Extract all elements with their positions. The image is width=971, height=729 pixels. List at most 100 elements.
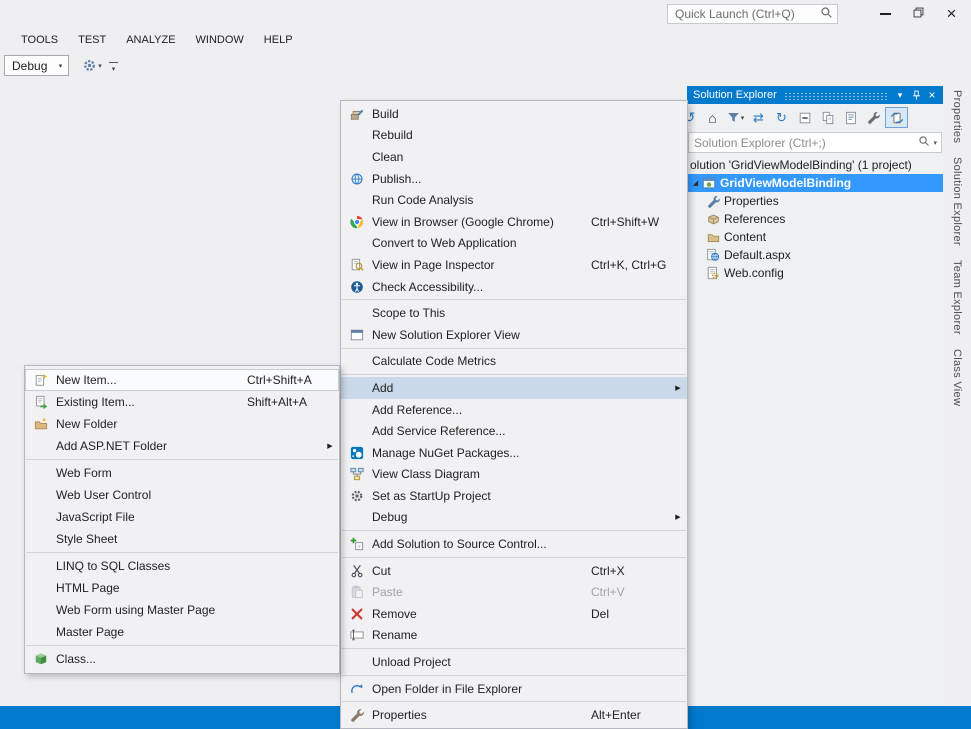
menu-item-view-in-browser-google-chrome[interactable]: View in Browser (Google Chrome)Ctrl+Shif… (341, 211, 687, 233)
menu-item-set-as-startup-project[interactable]: Set as StartUp Project (341, 485, 687, 507)
menu-item-html-page[interactable]: HTML Page (25, 577, 339, 599)
menu-item-build[interactable]: Build (341, 103, 687, 125)
debug-combo-label: Debug (12, 59, 47, 73)
menu-item-run-code-analysis[interactable]: Run Code Analysis (341, 189, 687, 211)
menu-item-label: View in Browser (Google Chrome) (372, 215, 591, 229)
menu-item-new-item[interactable]: New Item...Ctrl+Shift+A (25, 369, 339, 391)
minimize-icon (880, 13, 891, 15)
home-icon[interactable]: ⌂ (701, 107, 724, 128)
menu-item-open-folder-in-file-explorer[interactable]: Open Folder in File Explorer (341, 678, 687, 700)
side-tab-team-explorer[interactable]: Team Explorer (951, 260, 963, 335)
refresh-icon[interactable]: ↻ (770, 107, 793, 128)
menu-item-cut[interactable]: CutCtrl+X (341, 560, 687, 582)
menu-item-check-accessibility[interactable]: Check Accessibility... (341, 276, 687, 298)
menu-item-publish[interactable]: Publish... (341, 168, 687, 190)
minimize-button[interactable] (869, 1, 902, 26)
menu-item-label: Existing Item... (56, 395, 247, 409)
menu-item-web-user-control[interactable]: Web User Control (25, 484, 339, 506)
menu-item-manage-nuget-packages[interactable]: Manage NuGet Packages... (341, 442, 687, 464)
window-controls: × (869, 1, 968, 26)
properties-page-icon[interactable] (839, 107, 862, 128)
wrench-icon[interactable] (862, 107, 885, 128)
no-icon (32, 624, 49, 640)
search-icon (820, 6, 833, 22)
menu-item-scope-to-this[interactable]: Scope to This (341, 302, 687, 324)
menu-separator (342, 701, 686, 702)
tree-item-default-aspx[interactable]: Default.aspx (687, 246, 943, 264)
debug-configuration-combo[interactable]: Debug ▾ (4, 55, 69, 76)
preview-selected-icon[interactable] (885, 107, 908, 128)
menu-item-new-folder[interactable]: New Folder (25, 413, 339, 435)
menu-item-existing-item[interactable]: Existing Item...Shift+Alt+A (25, 391, 339, 413)
no-icon (348, 380, 365, 396)
tree-item-gridviewmodelbinding[interactable]: ◢ GridViewModelBinding (687, 174, 943, 192)
menu-item-label: View in Page Inspector (372, 258, 591, 272)
menubar-item-analyze[interactable]: ANALYZE (116, 29, 185, 51)
expander-icon[interactable]: ◢ (690, 179, 701, 187)
gear-icon[interactable]: ▾ (82, 55, 102, 77)
menu-item-view-class-diagram[interactable]: View Class Diagram (341, 464, 687, 486)
properties-node-icon (705, 193, 721, 209)
menu-item-add-reference[interactable]: Add Reference... (341, 399, 687, 421)
menubar-item-test[interactable]: TEST (68, 29, 116, 51)
menu-item-style-sheet[interactable]: Style Sheet (25, 528, 339, 550)
tree-item-olution-gridviewmodelbinding-1-project[interactable]: olution 'GridViewModelBinding' (1 projec… (687, 156, 943, 174)
pin-icon[interactable] (908, 87, 924, 103)
menu-item-linq-to-sql-classes[interactable]: LINQ to SQL Classes (25, 555, 339, 577)
switch-views-icon[interactable]: ▾ (724, 107, 747, 128)
menu-item-shortcut: Alt+Enter (591, 708, 671, 722)
toolbar-overflow-icon[interactable]: ▾ (109, 59, 118, 73)
menubar-item-help[interactable]: HELP (254, 29, 303, 51)
menubar-item-window[interactable]: WINDOW (186, 29, 254, 51)
side-tab-class-view[interactable]: Class View (951, 349, 963, 406)
menu-item-convert-to-web-application[interactable]: Convert to Web Application (341, 233, 687, 255)
tree-item-references[interactable]: References (687, 210, 943, 228)
sync-icon[interactable]: ⇄ (747, 107, 770, 128)
menu-item-javascript-file[interactable]: JavaScript File (25, 506, 339, 528)
menu-item-add-solution-to-source-control[interactable]: Add Solution to Source Control... (341, 533, 687, 555)
chevron-down-icon[interactable]: ▾ (933, 139, 937, 147)
menu-item-web-form[interactable]: Web Form (25, 462, 339, 484)
tree-item-web-config[interactable]: Web.config (687, 264, 943, 282)
menu-item-unload-project[interactable]: Unload Project (341, 651, 687, 673)
menu-item-add-asp-net-folder[interactable]: Add ASP.NET Folder▶ (25, 435, 339, 457)
menu-item-new-solution-explorer-view[interactable]: New Solution Explorer View (341, 324, 687, 346)
menubar-item-tools[interactable]: TOOLS (11, 29, 68, 51)
menu-item-label: Publish... (372, 172, 591, 186)
menu-item-debug[interactable]: Debug▶ (341, 507, 687, 529)
no-icon (348, 149, 365, 165)
title-bar: Quick Launch (Ctrl+Q) × (0, 0, 971, 28)
window-position-icon[interactable]: ▾ (892, 87, 908, 103)
menu-item-properties[interactable]: PropertiesAlt+Enter (341, 704, 687, 726)
close-button[interactable]: × (935, 1, 968, 26)
no-icon (348, 402, 365, 418)
menu-item-web-form-using-master-page[interactable]: Web Form using Master Page (25, 599, 339, 621)
menu-item-add[interactable]: Add▶ (341, 377, 687, 399)
menu-item-remove[interactable]: RemoveDel (341, 603, 687, 625)
side-tab-properties[interactable]: Properties (951, 90, 963, 143)
collapse-all-icon[interactable] (793, 107, 816, 128)
no-icon (32, 602, 49, 618)
menu-item-add-service-reference[interactable]: Add Service Reference... (341, 420, 687, 442)
solution-explorer-search-input[interactable]: Solution Explorer (Ctrl+;) ▾ (688, 132, 942, 153)
restore-button[interactable] (902, 1, 935, 26)
menu-item-class[interactable]: Class... (25, 648, 339, 670)
menu-item-rename[interactable]: Rename (341, 625, 687, 647)
solution-explorer-titlebar[interactable]: Solution Explorer ▾ × (687, 86, 943, 104)
menu-item-master-page[interactable]: Master Page (25, 621, 339, 643)
tree-item-properties[interactable]: Properties (687, 192, 943, 210)
navigate-back-icon[interactable]: ↺ (687, 107, 701, 128)
close-icon[interactable]: × (924, 87, 940, 103)
no-icon (32, 558, 49, 574)
menu-item-view-in-page-inspector[interactable]: View in Page InspectorCtrl+K, Ctrl+G (341, 254, 687, 276)
quick-launch-box[interactable]: Quick Launch (Ctrl+Q) (667, 4, 838, 24)
menu-item-paste[interactable]: PasteCtrl+V (341, 581, 687, 603)
menu-item-clean[interactable]: Clean (341, 146, 687, 168)
menu-item-calculate-code-metrics[interactable]: Calculate Code Metrics (341, 351, 687, 373)
menu-item-rebuild[interactable]: Rebuild (341, 125, 687, 147)
side-tab-solution-explorer[interactable]: Solution Explorer (951, 157, 963, 246)
tree-item-label: GridViewModelBinding (720, 176, 851, 190)
cut-icon (348, 563, 365, 579)
show-all-files-icon[interactable] (816, 107, 839, 128)
tree-item-content[interactable]: Content (687, 228, 943, 246)
